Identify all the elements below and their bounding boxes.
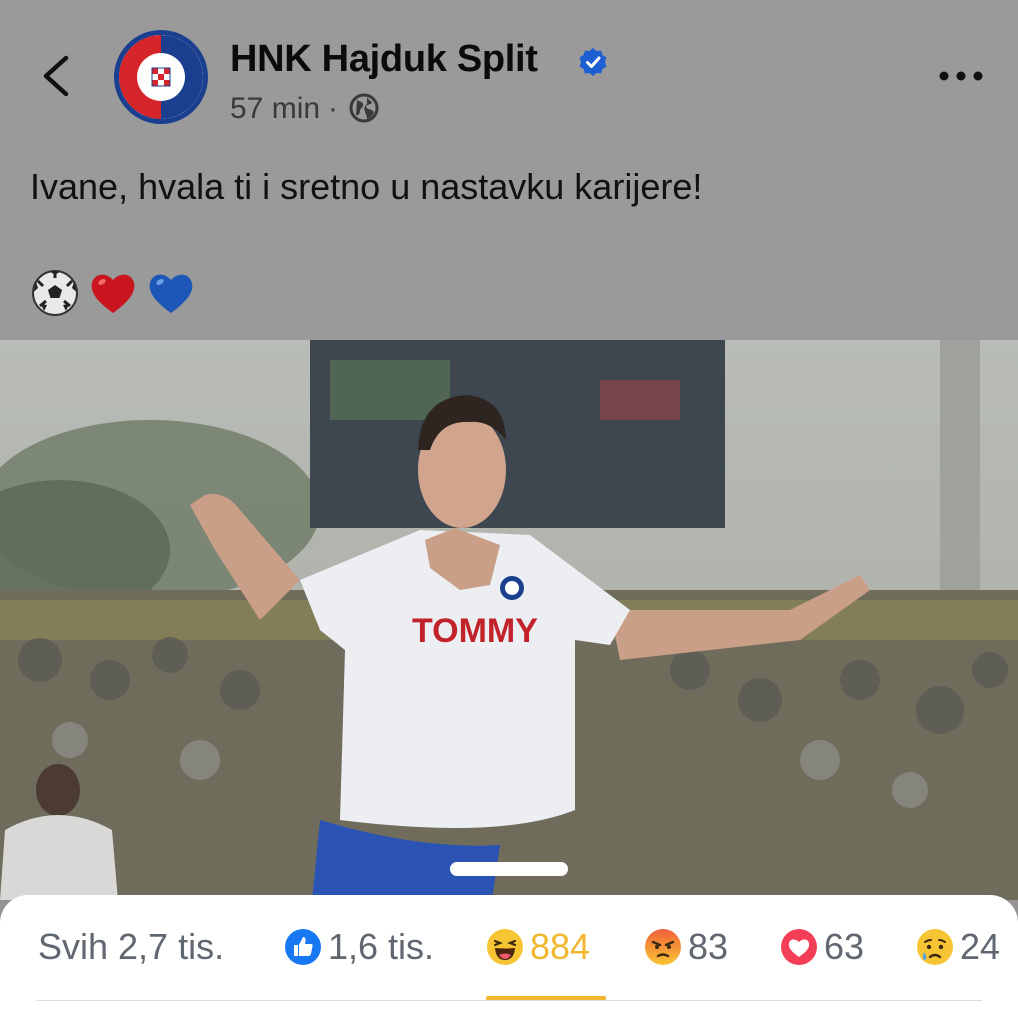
tabs-divider [36,1000,982,1001]
love-icon [781,929,817,965]
more-options-button[interactable] [936,58,986,94]
tab-angry[interactable]: 83 [644,925,728,969]
post-text: Ivane, hvala ti i sretno u nastavku kari… [30,166,703,207]
back-button[interactable] [36,52,80,100]
haha-icon [487,929,523,965]
more-dots-icon [939,71,983,81]
player-photo: TOMMY [0,340,1018,900]
sheet-drag-handle[interactable] [450,862,568,876]
page-name[interactable]: HNK Hajduk Split [230,38,538,81]
sad-icon [917,929,953,965]
tab-sad-count: 24 [960,926,1001,967]
post-photo[interactable]: TOMMY [0,340,1018,900]
avatar[interactable] [114,30,208,124]
angry-icon [645,929,681,965]
tab-like-count: 1,6 tis. [328,926,435,967]
dimmed-post: HNK Hajduk Split 57 min · Ivane, hvala ti… [0,0,1018,1024]
tab-love-count: 63 [824,926,865,967]
tab-angry-count: 83 [688,926,729,967]
reactions-sheet: Svih 2,7 tis. 1,6 tis. 884 83 63 24 [0,895,1018,1024]
meta-separator: · [328,92,339,125]
tab-haha-count: 884 [530,926,591,967]
blue-heart-emoji [149,274,193,313]
post-time: 57 min [230,92,321,125]
tab-sad[interactable]: 24 [916,925,1000,969]
shirt-sponsor: TOMMY [412,612,538,650]
soccer-ball-emoji [32,270,78,316]
verified-badge-icon [578,47,608,82]
post-header: HNK Hajduk Split 57 min · Ivane, hvala ti… [0,0,1018,340]
tab-like[interactable]: 1,6 tis. [284,925,434,969]
club-crest-icon [119,35,203,119]
tab-love[interactable]: 63 [780,925,864,969]
globe-icon [348,92,380,132]
tab-haha[interactable]: 884 [486,925,590,969]
post-emojis [30,268,196,318]
tab-all-label: Svih 2,7 tis. [38,926,225,967]
post-meta: 57 min · [230,92,380,132]
tab-all-reactions[interactable]: Svih 2,7 tis. [38,925,224,969]
like-icon [285,929,321,965]
chevron-left-icon [43,55,69,97]
reaction-tabs: Svih 2,7 tis. 1,6 tis. 884 83 63 24 [0,895,1018,1003]
red-heart-emoji [91,274,135,313]
